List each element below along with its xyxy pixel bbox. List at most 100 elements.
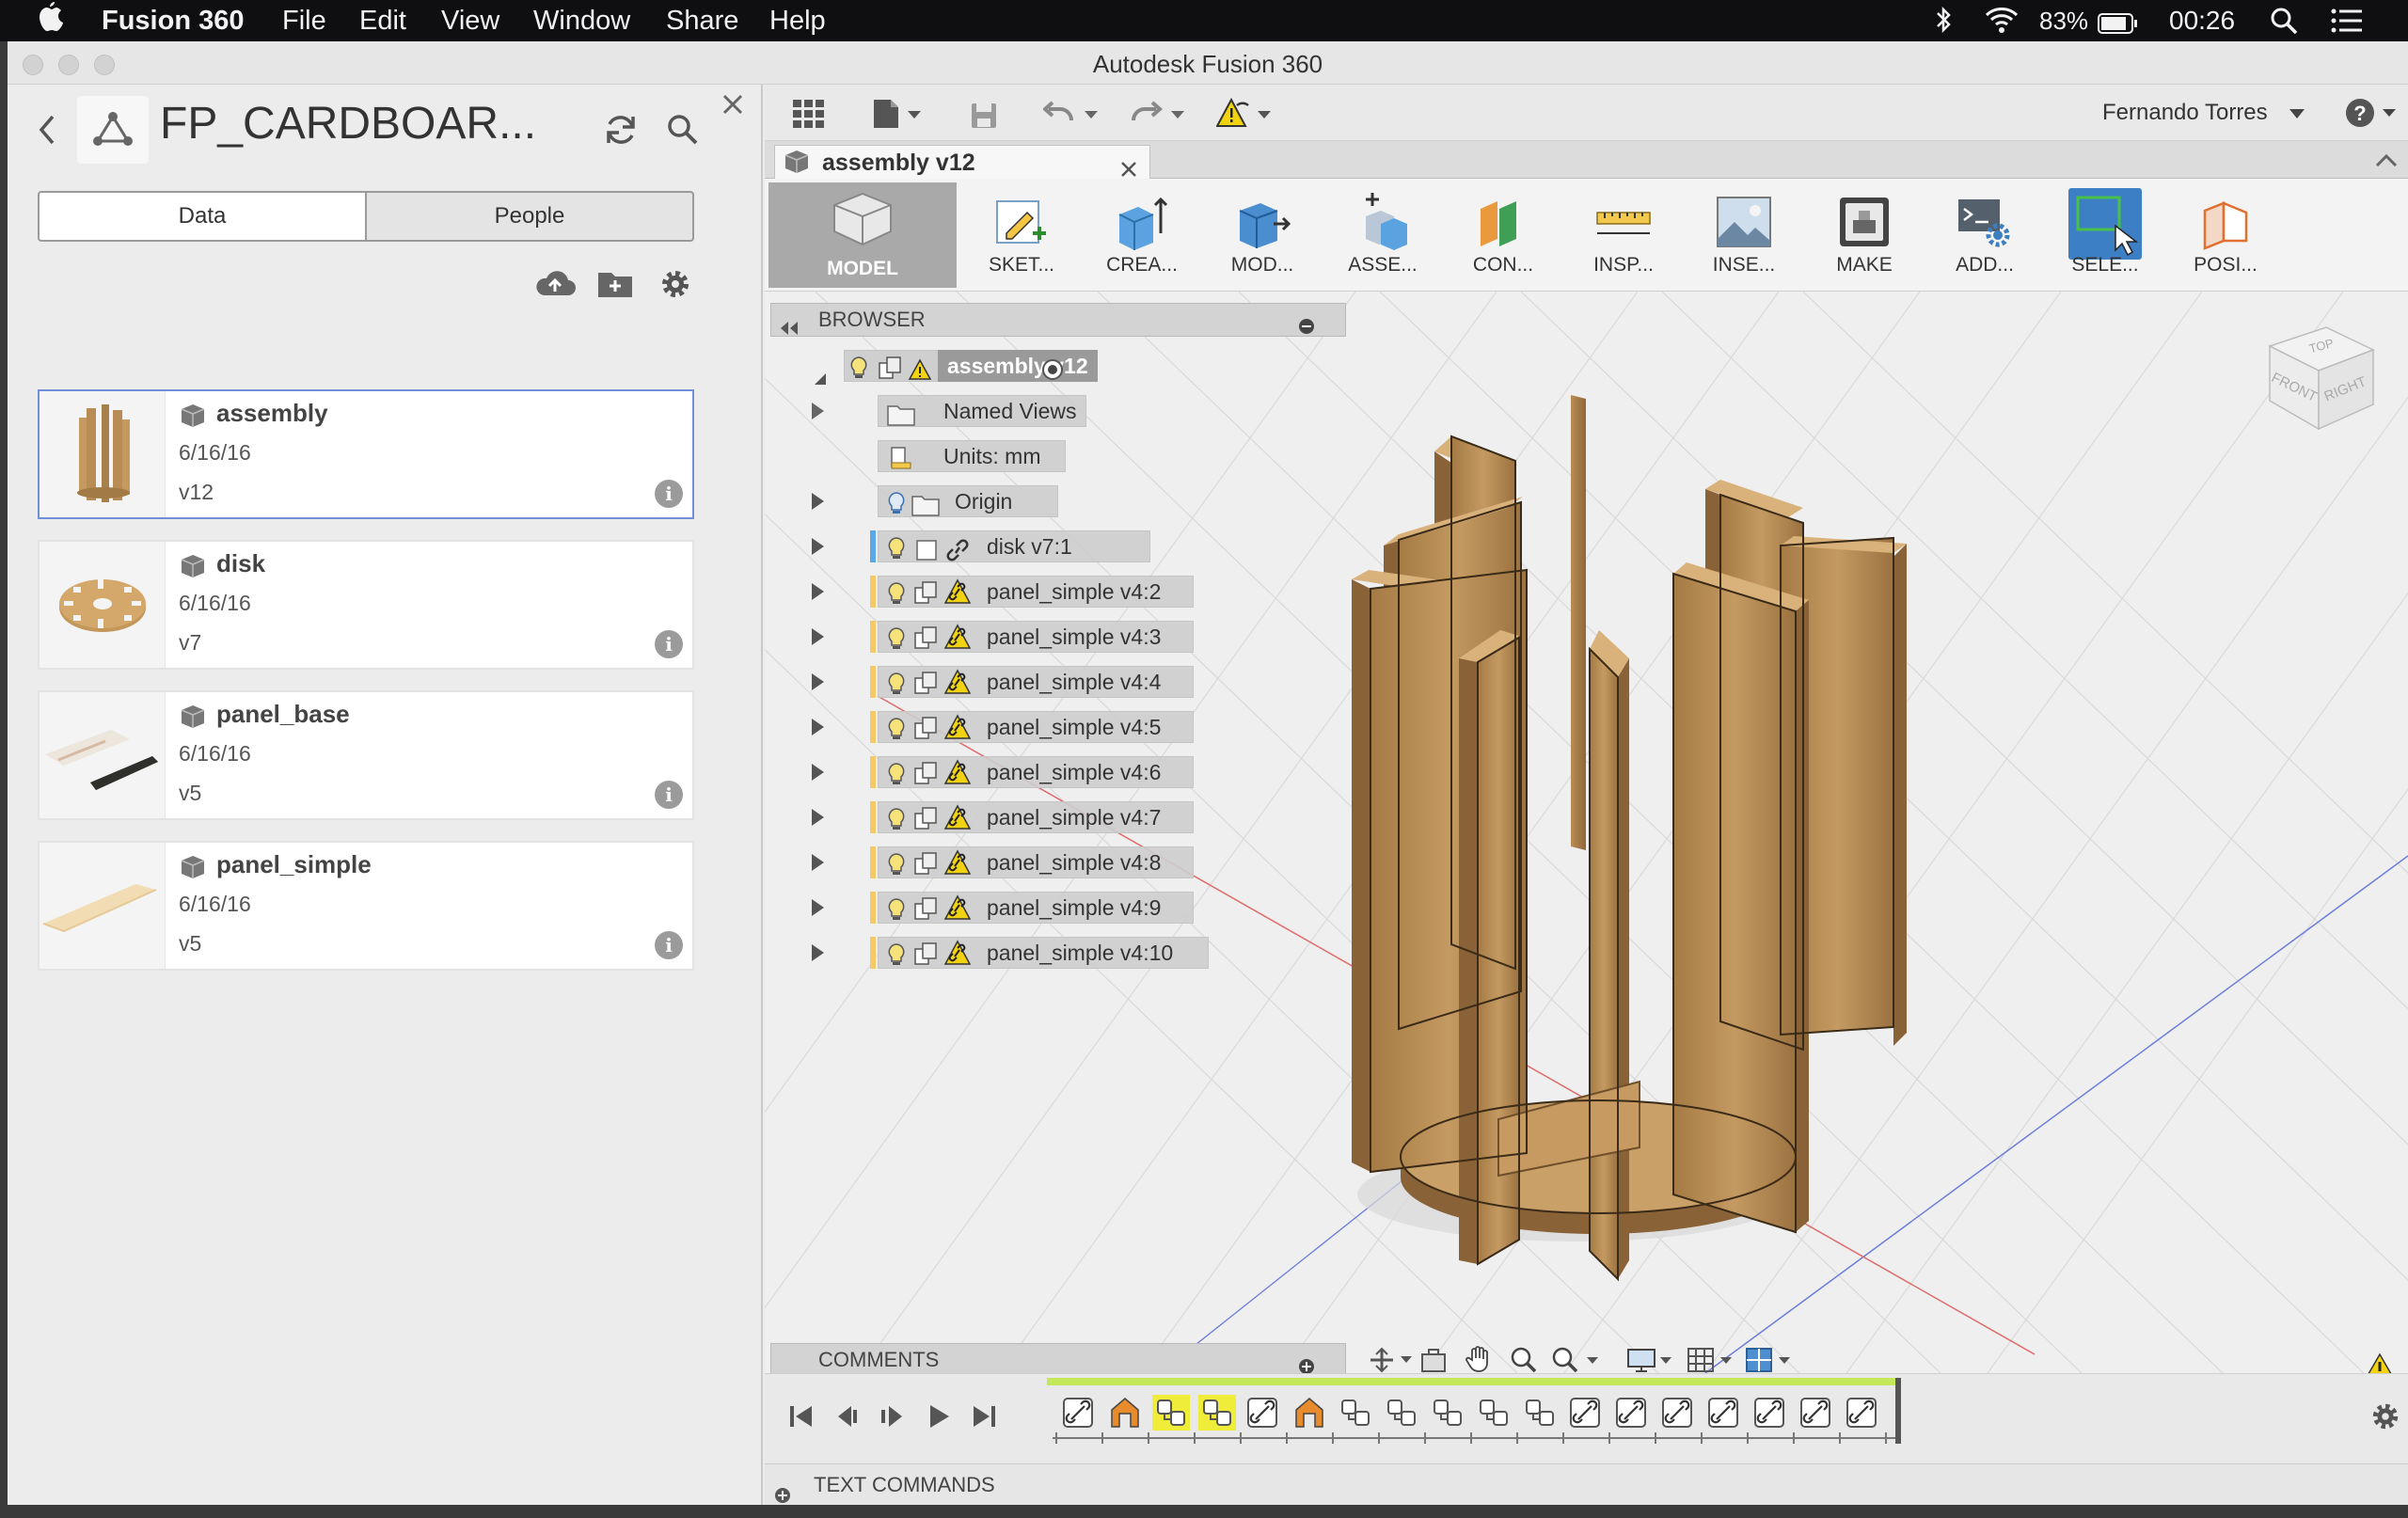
menu-help[interactable]: Help (769, 4, 826, 38)
joint-feature-icon[interactable] (1659, 1395, 1697, 1435)
browser-row-panel-simple[interactable]: panel_simple v4:8 (802, 845, 1367, 880)
close-panel-icon[interactable] (721, 92, 745, 121)
collapse-ribbon-icon[interactable] (2375, 152, 2398, 172)
warning-icon[interactable] (908, 356, 932, 391)
text-commands-bar[interactable]: TEXT COMMANDS (765, 1463, 2408, 1505)
browser-row-disk[interactable]: disk v7:1 (802, 529, 1367, 564)
ribbon-group-modify[interactable]: MOD... (1205, 184, 1320, 284)
warning-icon[interactable] (2364, 1352, 2396, 1373)
browser-row-panel-simple[interactable]: panel_simple v4:4 (802, 664, 1367, 700)
grid-snaps-icon[interactable] (1687, 1346, 1739, 1373)
broken-link-warning-icon[interactable] (943, 804, 972, 841)
expand-triangle-icon[interactable] (812, 628, 824, 645)
visibility-bulb-icon[interactable] (887, 490, 906, 526)
visibility-bulb-icon[interactable] (887, 625, 906, 661)
expand-triangle-icon[interactable] (812, 809, 824, 826)
save-icon[interactable] (970, 102, 998, 134)
browser-row-panel-simple[interactable]: panel_simple v4:9 (802, 890, 1367, 925)
component-feature-icon[interactable] (1337, 1395, 1374, 1435)
file-card-panel-simple[interactable]: panel_simple 6/16/16 v5 i (38, 841, 694, 971)
file-card-assembly[interactable]: assembly 6/16/16 v12 i (38, 389, 694, 519)
visibility-bulb-icon[interactable] (887, 671, 906, 706)
menu-share[interactable]: Share (666, 4, 738, 38)
app-grid-icon[interactable] (793, 100, 825, 133)
expand-triangle-icon[interactable] (812, 719, 824, 735)
document-tab[interactable]: assembly v12 (774, 145, 1150, 179)
close-window-button[interactable] (23, 55, 43, 75)
info-icon[interactable]: i (655, 480, 683, 508)
gear-icon[interactable] (658, 267, 692, 306)
component-feature-icon[interactable] (1152, 1395, 1190, 1435)
ribbon-group-make[interactable]: MAKE (1807, 184, 1922, 284)
zoom-window-button[interactable] (94, 55, 115, 75)
collapse-browser-icon[interactable] (779, 313, 800, 345)
info-icon[interactable]: i (655, 630, 683, 658)
file-menu-icon[interactable] (872, 98, 925, 134)
help-icon[interactable]: ? (2345, 98, 2401, 134)
component-feature-icon[interactable] (1198, 1395, 1236, 1435)
menu-window[interactable]: Window (533, 4, 630, 38)
expand-triangle-icon[interactable] (812, 583, 824, 600)
menu-view[interactable]: View (441, 4, 499, 38)
visibility-bulb-icon[interactable] (887, 806, 906, 842)
broken-link-warning-icon[interactable] (943, 669, 972, 705)
browser-row-panel-simple[interactable]: panel_simple v4:5 (802, 709, 1367, 745)
file-card-disk[interactable]: disk 6/16/16 v7 i (38, 540, 694, 670)
tab-data[interactable]: Data (38, 191, 367, 242)
upload-icon[interactable] (534, 269, 576, 304)
broken-link-warning-icon[interactable] (943, 578, 972, 615)
component-feature-icon[interactable] (1475, 1395, 1513, 1435)
expand-triangle-icon[interactable] (812, 854, 824, 871)
joint-feature-icon[interactable] (1613, 1395, 1651, 1435)
file-card-panel-base[interactable]: panel_base 6/16/16 v5 i (38, 690, 694, 820)
broken-link-warning-icon[interactable] (943, 894, 972, 931)
battery-icon[interactable] (2098, 9, 2139, 43)
broken-link-warning-icon[interactable] (943, 759, 972, 796)
ribbon-group-inspect[interactable]: INSP... (1566, 184, 1681, 284)
fit-zoom-icon[interactable] (1551, 1346, 1604, 1373)
back-icon[interactable] (36, 113, 58, 151)
visibility-bulb-icon[interactable] (887, 896, 906, 932)
broken-link-warning-icon[interactable] (943, 714, 972, 751)
search-icon[interactable] (666, 113, 700, 151)
info-icon[interactable]: i (655, 781, 683, 809)
visibility-bulb-icon[interactable] (887, 716, 906, 751)
step-back-icon[interactable] (834, 1402, 863, 1435)
browser-options-icon[interactable] (1298, 312, 1315, 344)
wifi-icon[interactable] (1983, 6, 2020, 42)
browser-row-origin[interactable]: Origin (802, 483, 1367, 519)
browser-row-panel-simple[interactable]: panel_simple v4:3 (802, 619, 1367, 655)
comments-panel-header[interactable]: COMMENTS (770, 1343, 1346, 1373)
expand-text-commands-icon[interactable] (774, 1477, 791, 1518)
menu-file[interactable]: File (282, 4, 326, 38)
broken-link-warning-icon[interactable] (943, 940, 972, 976)
app-menu[interactable]: Fusion 360 (102, 4, 245, 38)
menu-edit[interactable]: Edit (359, 4, 406, 38)
viewcube-icon[interactable]: TOP FRONT RIGHT (2251, 308, 2392, 440)
visibility-bulb-icon[interactable] (887, 941, 906, 977)
new-folder-icon[interactable] (596, 269, 634, 304)
info-icon[interactable]: i (655, 931, 683, 959)
joint-feature-icon[interactable] (1705, 1395, 1743, 1435)
spotlight-search-icon[interactable] (2269, 6, 2299, 44)
go-to-start-icon[interactable] (787, 1402, 816, 1435)
offline-warning-icon[interactable] (1215, 97, 1276, 134)
browser-root-row[interactable]: assembly v12 (802, 348, 1197, 385)
expand-triangle-icon[interactable] (812, 764, 824, 781)
apple-icon[interactable] (38, 2, 64, 42)
expand-triangle-icon[interactable] (812, 403, 824, 419)
component-feature-icon[interactable] (1521, 1395, 1559, 1435)
expand-triangle-icon[interactable] (812, 899, 824, 916)
joint-feature-icon[interactable] (1844, 1395, 1881, 1435)
undo-icon[interactable] (1041, 100, 1103, 133)
refresh-icon[interactable] (602, 111, 640, 153)
notification-center-icon[interactable] (2331, 8, 2363, 42)
joint-feature-icon[interactable] (1798, 1395, 1835, 1435)
browser-row-panel-simple[interactable]: panel_simple v4:10 (802, 935, 1367, 971)
joint-feature-icon[interactable] (1060, 1395, 1098, 1435)
ribbon-group-select[interactable]: SELE... (2048, 184, 2162, 284)
browser-row-panel-simple[interactable]: panel_simple v4:2 (802, 574, 1367, 609)
browser-panel-header[interactable]: BROWSER (770, 303, 1346, 337)
ribbon-group-create[interactable]: CREA... (1085, 184, 1199, 284)
clock[interactable]: 00:26 (2169, 4, 2235, 38)
